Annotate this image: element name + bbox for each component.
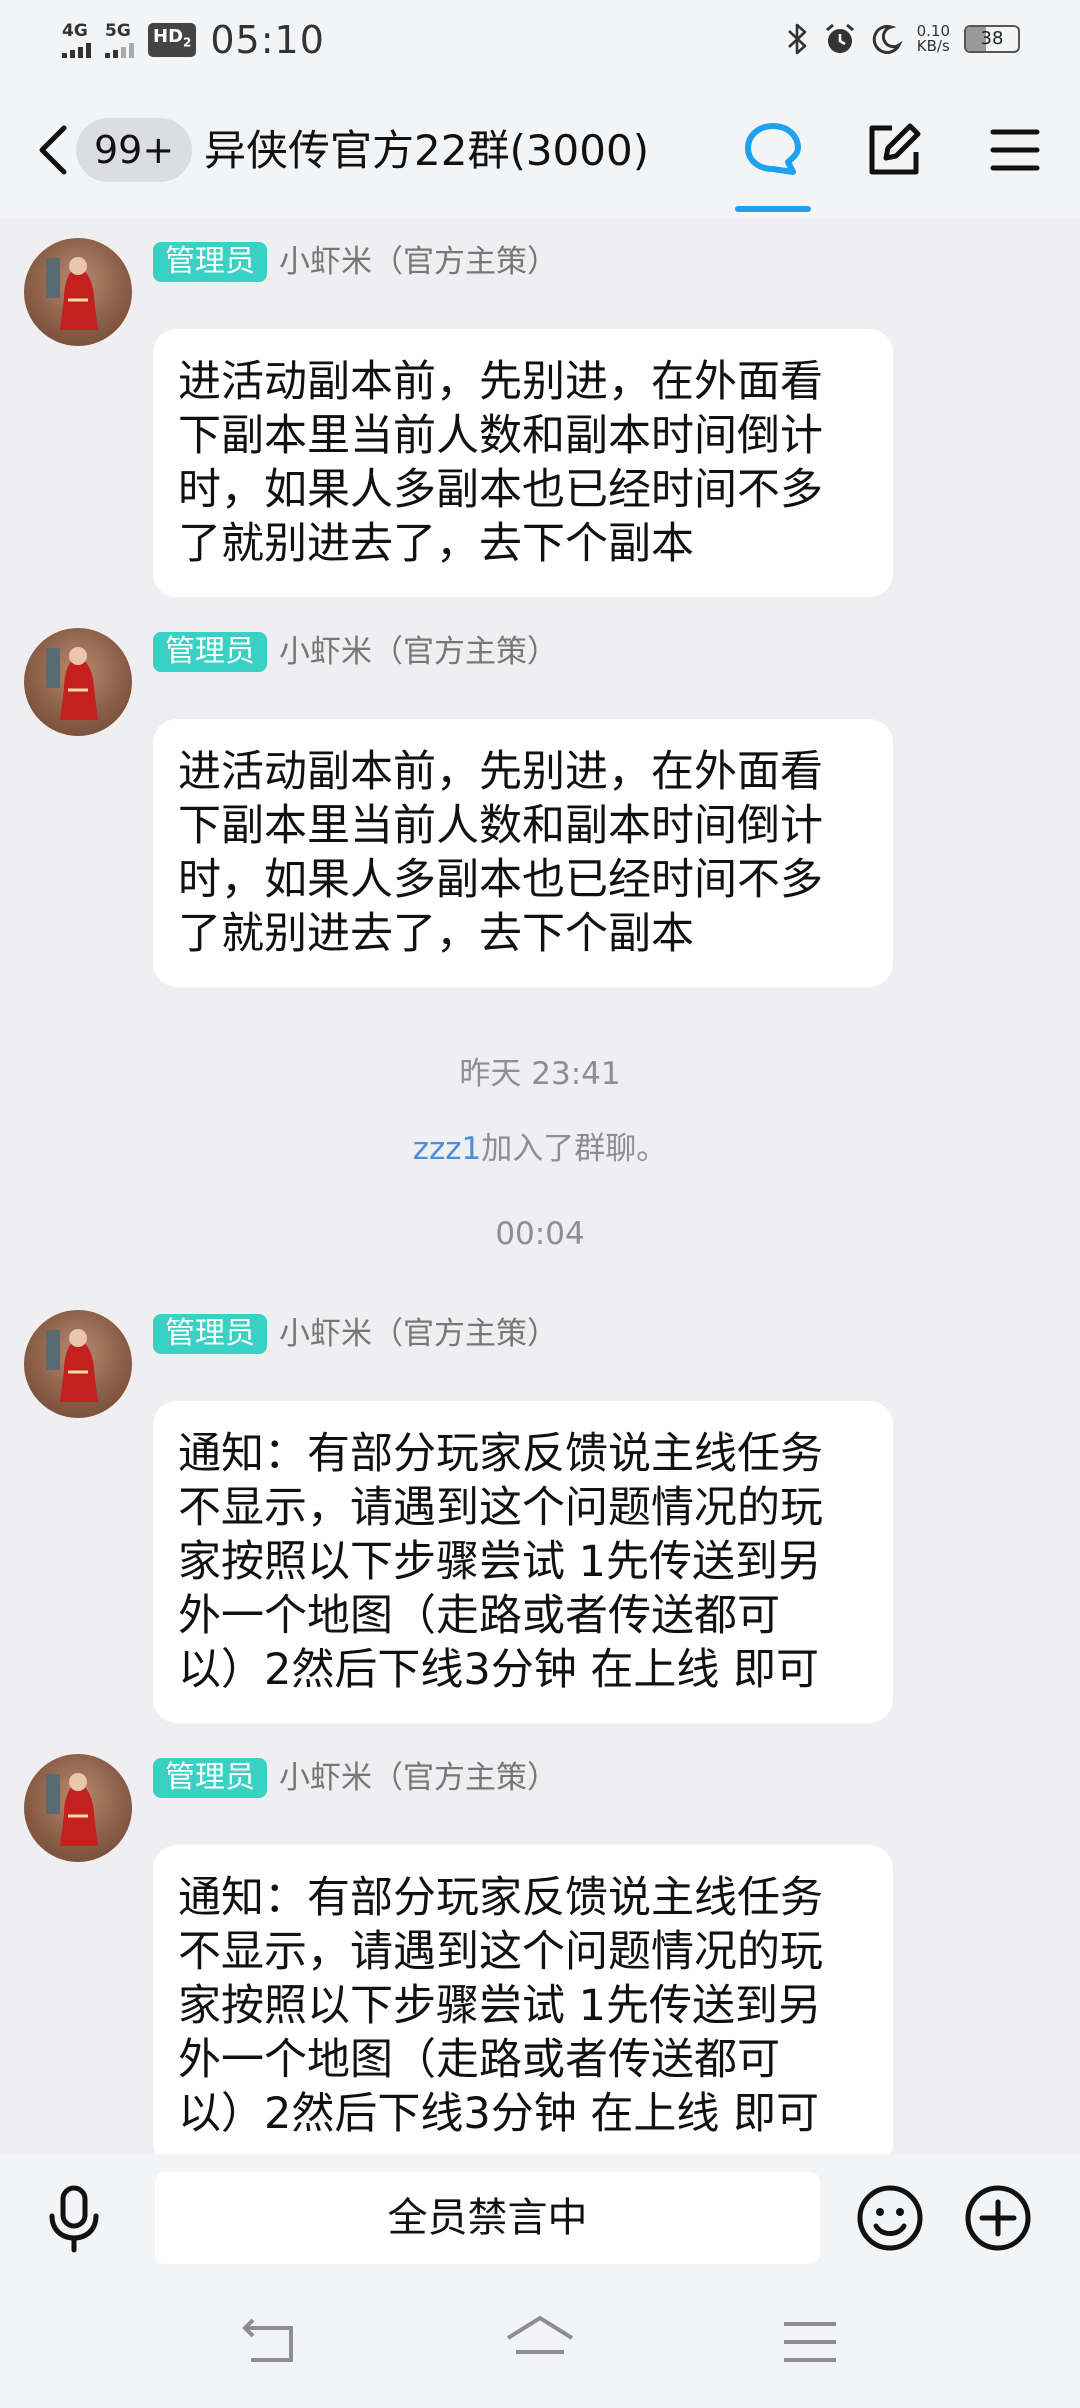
microphone-icon[interactable] xyxy=(32,2176,116,2260)
sender-info: 管理员 小虾米（官方主策） xyxy=(153,1314,558,1354)
bluetooth-icon xyxy=(787,23,806,55)
chat-title[interactable]: 异侠传官方22群(3000) xyxy=(204,122,649,180)
battery-icon: 38 xyxy=(964,25,1020,53)
chat-header: 99+ 异侠传官方22群(3000) xyxy=(0,78,1080,218)
sender-name[interactable]: 小虾米（官方主策） xyxy=(279,632,558,672)
avatar-image xyxy=(46,1329,98,1402)
back-arrow-icon[interactable] xyxy=(30,122,80,178)
avatar-image xyxy=(46,257,98,330)
timestamp-divider: 昨天 23:41 xyxy=(459,1056,621,1092)
admin-badge: 管理员 xyxy=(153,1314,267,1354)
sender-info: 管理员 小虾米（官方主策） xyxy=(153,242,558,282)
muted-input-field[interactable]: 全员禁言中 xyxy=(155,2172,820,2264)
avatar-image xyxy=(46,1773,98,1846)
avatar[interactable] xyxy=(24,238,132,346)
back-gesture-icon[interactable] xyxy=(229,2312,309,2372)
signal-bars-icon xyxy=(105,42,134,58)
emoji-icon[interactable] xyxy=(848,2176,932,2260)
message-list[interactable]: 管理员 小虾米（官方主策） 进活动副本前，先别进，在外面看 下副本里当前人数和副… xyxy=(0,218,1080,2154)
signal-bars-icon xyxy=(62,42,91,58)
message-bubble[interactable]: 进活动副本前，先别进，在外面看 下副本里当前人数和副本时间倒计 时，如果人多副本… xyxy=(153,329,893,597)
avatar[interactable] xyxy=(24,1310,132,1418)
clock: 05:10 xyxy=(210,18,325,62)
sender-name[interactable]: 小虾米（官方主策） xyxy=(279,242,558,282)
alarm-icon xyxy=(825,23,854,53)
recent-apps-icon[interactable] xyxy=(770,2312,850,2372)
admin-badge: 管理员 xyxy=(153,1758,267,1798)
avatar[interactable] xyxy=(24,1754,132,1862)
avatar-image xyxy=(46,647,98,720)
moon-icon xyxy=(872,24,903,54)
sender-info: 管理员 小虾米（官方主策） xyxy=(153,632,558,672)
sender-info: 管理员 小虾米（官方主策） xyxy=(153,1758,558,1798)
admin-badge: 管理员 xyxy=(153,242,267,282)
unread-count-badge[interactable]: 99+ xyxy=(76,118,193,182)
add-icon[interactable] xyxy=(956,2176,1040,2260)
home-icon[interactable] xyxy=(500,2312,580,2372)
system-navigation-bar xyxy=(0,2282,1080,2408)
joined-user-link[interactable]: zzz1 xyxy=(413,1131,482,1167)
hd-voice-badge: HD2 xyxy=(148,23,197,57)
menu-icon[interactable] xyxy=(983,118,1047,182)
battery-level: 38 xyxy=(980,28,1004,49)
message-bubble[interactable]: 通知：有部分玩家反馈说主线任务 不显示，请遇到这个问题情况的玩 家按照以下步骤尝… xyxy=(153,1845,893,2154)
signal-label: 4G xyxy=(62,20,88,41)
join-text: 加入了群聊。 xyxy=(481,1131,668,1167)
admin-badge: 管理员 xyxy=(153,632,267,672)
message-bubble[interactable]: 进活动副本前，先别进，在外面看 下副本里当前人数和副本时间倒计 时，如果人多副本… xyxy=(153,719,893,987)
input-bar: 全员禁言中 xyxy=(0,2154,1080,2282)
network-speed: 0.10 KB/s xyxy=(916,22,950,55)
join-notice: zzz1加入了群聊。 xyxy=(0,1123,1080,1168)
sender-name[interactable]: 小虾米（官方主策） xyxy=(279,1314,558,1354)
signal-4g-indicator: 4G xyxy=(62,20,91,58)
avatar[interactable] xyxy=(24,628,132,736)
sender-name[interactable]: 小虾米（官方主策） xyxy=(279,1758,558,1798)
timestamp-divider: 00:04 xyxy=(495,1216,585,1252)
status-bar: 4G 5G HD2 05:10 0.10 KB/s 38 xyxy=(0,0,1080,78)
edit-icon[interactable] xyxy=(862,118,926,182)
message-bubble[interactable]: 通知：有部分玩家反馈说主线任务 不显示，请遇到这个问题情况的玩 家按照以下步骤尝… xyxy=(153,1401,893,1723)
signal-5g-indicator: 5G xyxy=(105,20,134,58)
signal-label: 5G xyxy=(105,20,131,41)
chat-bubble-icon[interactable] xyxy=(741,118,805,182)
active-tab-indicator xyxy=(735,206,811,212)
